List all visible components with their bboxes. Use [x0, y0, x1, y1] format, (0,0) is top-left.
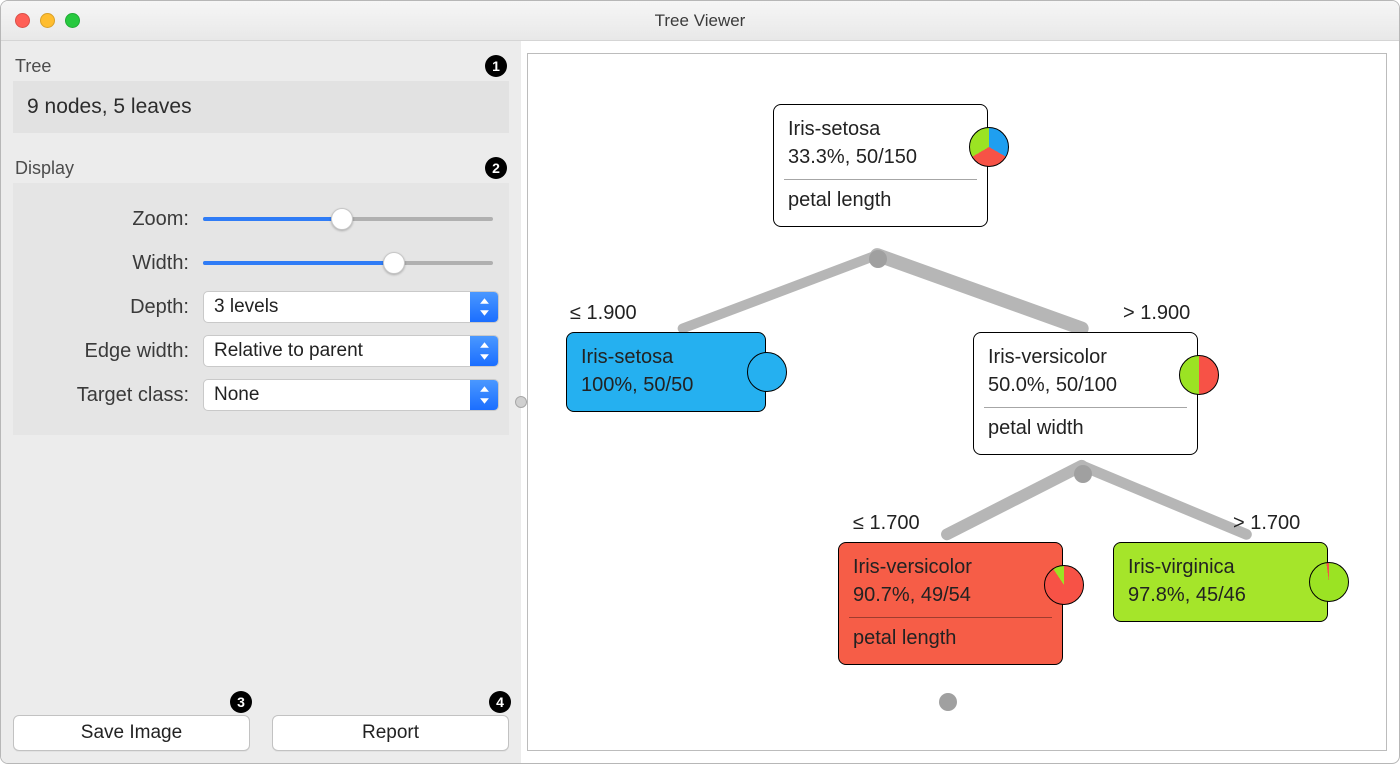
bottom-bar: 3 Save Image 4 Report	[13, 707, 509, 751]
chevron-updown-icon	[470, 380, 498, 410]
edge-label: ≤ 1.900	[570, 302, 637, 325]
edge-width-value: Relative to parent	[204, 340, 470, 362]
node-class: Iris-versicolor	[988, 343, 1183, 371]
side-panel: Tree 1 9 nodes, 5 leaves Display 2 Zoom:	[1, 41, 521, 763]
width-slider[interactable]	[203, 253, 499, 273]
callout-4: 4	[489, 691, 511, 713]
titlebar: Tree Viewer	[1, 1, 1399, 41]
tree-header-label: Tree	[15, 56, 51, 77]
splitter-handle[interactable]	[515, 396, 527, 408]
tree-canvas[interactable]: Iris-setosa 33.3%, 50/150 petal length ≤…	[527, 53, 1387, 751]
split-knob[interactable]	[1074, 465, 1092, 483]
save-image-button[interactable]: Save Image	[13, 715, 250, 751]
edge-width-label: Edge width:	[23, 340, 203, 363]
edge-width-select[interactable]: Relative to parent	[203, 335, 499, 367]
pie-icon	[1309, 562, 1349, 602]
chevron-updown-icon	[470, 292, 498, 322]
depth-label: Depth:	[23, 296, 203, 319]
pie-icon	[1179, 355, 1219, 395]
display-header-label: Display	[15, 158, 74, 179]
zoom-label: Zoom:	[23, 208, 203, 231]
depth-select[interactable]: 3 levels	[203, 291, 499, 323]
callout-3: 3	[230, 691, 252, 713]
node-split: petal length	[853, 624, 1048, 652]
tree-node-internal[interactable]: Iris-versicolor 50.0%, 50/100 petal widt…	[973, 332, 1198, 455]
tree-node-leaf[interactable]: Iris-virginica 97.8%, 45/46	[1113, 542, 1328, 622]
chevron-updown-icon	[470, 336, 498, 366]
target-class-label: Target class:	[23, 384, 203, 407]
split-knob[interactable]	[869, 250, 887, 268]
display-box: Zoom: Width: Depth: 3	[13, 183, 509, 435]
tree-node-leaf[interactable]: Iris-setosa 100%, 50/50	[566, 332, 766, 412]
report-button[interactable]: Report	[272, 715, 509, 751]
node-stat: 33.3%, 50/150	[788, 143, 973, 171]
depth-value: 3 levels	[204, 296, 470, 318]
zoom-slider[interactable]	[203, 209, 499, 229]
tree-summary: 9 nodes, 5 leaves	[13, 81, 509, 133]
node-stat: 100%, 50/50	[581, 371, 751, 399]
node-stat: 50.0%, 50/100	[988, 371, 1183, 399]
node-stat: 97.8%, 45/46	[1128, 581, 1313, 609]
node-class: Iris-setosa	[581, 343, 751, 371]
node-stat: 90.7%, 49/54	[853, 581, 1048, 609]
split-knob[interactable]	[939, 693, 957, 711]
tree-node-internal[interactable]: Iris-versicolor 90.7%, 49/54 petal lengt…	[838, 542, 1063, 665]
callout-2: 2	[485, 157, 507, 179]
pie-icon	[747, 352, 787, 392]
tree-section-header: Tree 1	[13, 51, 509, 81]
display-section-header: Display 2	[13, 153, 509, 183]
content: Tree 1 9 nodes, 5 leaves Display 2 Zoom:	[1, 41, 1399, 763]
app-window: Tree Viewer Tree 1 9 nodes, 5 leaves Dis…	[0, 0, 1400, 764]
edge-label: > 1.700	[1233, 512, 1300, 535]
edge-label: > 1.900	[1123, 302, 1190, 325]
node-split: petal length	[788, 186, 973, 214]
node-class: Iris-setosa	[788, 115, 973, 143]
width-label: Width:	[23, 252, 203, 275]
pie-icon	[969, 127, 1009, 167]
pie-icon	[1044, 565, 1084, 605]
target-class-select[interactable]: None	[203, 379, 499, 411]
node-split: petal width	[988, 414, 1183, 442]
tree-node-root[interactable]: Iris-setosa 33.3%, 50/150 petal length	[773, 104, 988, 227]
target-class-value: None	[204, 384, 470, 406]
window-title: Tree Viewer	[1, 11, 1399, 31]
node-class: Iris-versicolor	[853, 553, 1048, 581]
edge-label: ≤ 1.700	[853, 512, 920, 535]
node-class: Iris-virginica	[1128, 553, 1313, 581]
callout-1: 1	[485, 55, 507, 77]
